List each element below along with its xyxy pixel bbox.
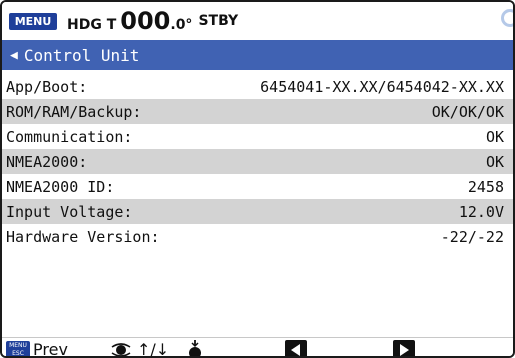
heading-readout: HDG T 000 .0° — [67, 7, 192, 35]
knob-push-softkey[interactable] — [186, 338, 204, 356]
row-value: 12.0V — [458, 202, 504, 221]
row-value: 6454041-XX.XX/6454042-XX.XX — [260, 77, 504, 96]
list-item-nmea2000: NMEA2000: OK — [2, 149, 513, 174]
list-item-hardware-version: Hardware Version: -22/-22 — [2, 224, 513, 249]
left-softkey[interactable] — [285, 338, 307, 356]
knob-scroll-softkey[interactable]: ↑/↓ — [109, 338, 170, 358]
knob-arrows-label: ↑/↓ — [137, 340, 170, 358]
row-value: OK — [485, 127, 504, 146]
row-value: OK/OK/OK — [431, 102, 504, 121]
knob-turn-icon — [111, 342, 131, 356]
soft-key-bar: MENU ESC Prev ↑/↓ — [2, 337, 513, 358]
heading-decimal: .0° — [170, 17, 193, 33]
prev-label: Prev — [33, 340, 68, 358]
row-label: NMEA2000 ID: — [6, 177, 115, 196]
row-value: 2458 — [467, 177, 504, 196]
row-label: Communication: — [6, 127, 133, 146]
menu-esc-key-icon: MENU ESC — [6, 341, 30, 356]
left-triangle-icon[interactable]: ◀ — [10, 48, 18, 63]
list-item-app-boot: App/Boot: 6454041-XX.XX/6454042-XX.XX — [2, 74, 513, 99]
right-softkey[interactable] — [393, 338, 415, 356]
list-item-communication: Communication: OK — [2, 124, 513, 149]
list-item-rom-ram-backup: ROM/RAM/Backup: OK/OK/OK — [2, 99, 513, 124]
row-value: -22/-22 — [440, 227, 504, 246]
page-title: Control Unit — [23, 45, 140, 65]
mode-indicator: STBY — [198, 13, 239, 29]
prev-softkey[interactable]: MENU ESC Prev — [6, 338, 68, 358]
heading-value: 000 — [120, 7, 171, 35]
row-label: Hardware Version: — [6, 227, 160, 246]
right-arrow-key-icon — [393, 339, 415, 356]
page-header[interactable]: ◀ Control Unit — [2, 40, 513, 70]
list-item-nmea2000-id: NMEA2000 ID: 2458 — [2, 174, 513, 199]
row-label: Input Voltage: — [6, 202, 133, 221]
display-screen: MENU HDG T 000 .0° STBY ◀ Control Unit A… — [0, 0, 515, 358]
list-item-input-voltage: Input Voltage: 12.0V — [2, 199, 513, 224]
knob-push-icon — [189, 339, 201, 356]
menu-button[interactable]: MENU — [9, 12, 57, 30]
heading-label: HDG T — [67, 17, 117, 33]
row-value: OK — [485, 152, 504, 171]
row-label: ROM/RAM/Backup: — [6, 102, 142, 121]
row-label: NMEA2000: — [6, 152, 88, 171]
heading-value-group: 000 .0° — [120, 7, 192, 35]
top-status-bar: MENU HDG T 000 .0° STBY — [2, 2, 513, 40]
left-arrow-key-icon — [285, 339, 307, 356]
row-label: App/Boot: — [6, 77, 88, 96]
busy-indicator-icon — [501, 9, 513, 27]
info-list: App/Boot: 6454041-XX.XX/6454042-XX.XX RO… — [2, 74, 513, 249]
